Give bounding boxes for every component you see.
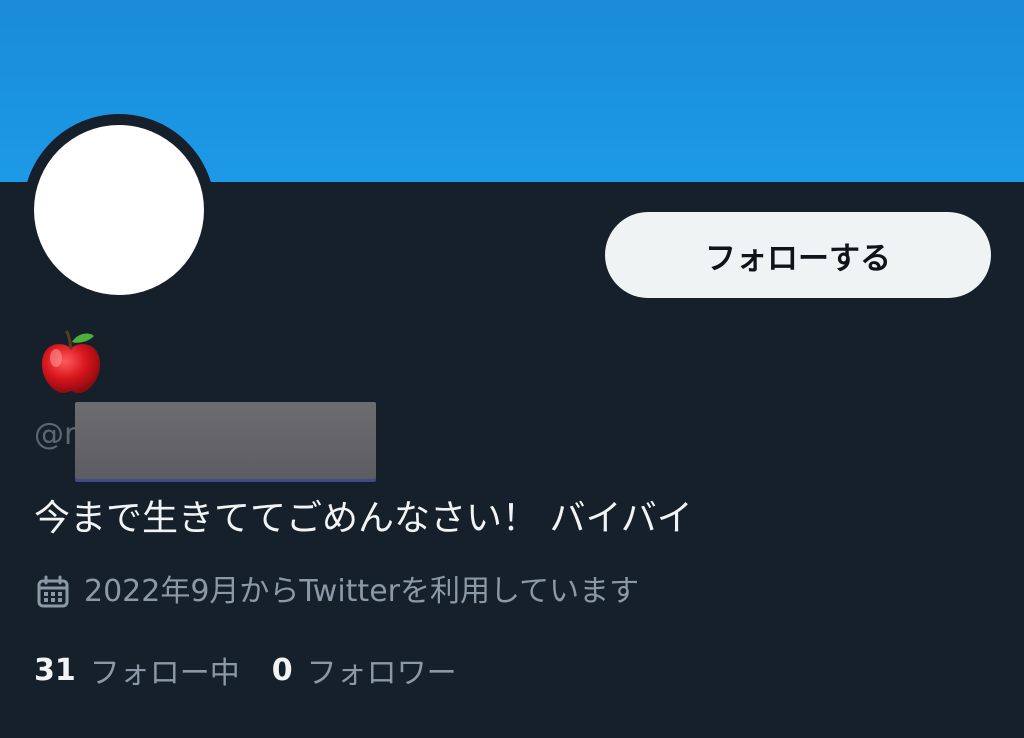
calendar-icon (37, 575, 69, 608)
stats-row: 31 フォロー中 0 フォロワー (34, 648, 489, 692)
handle: @r (34, 417, 77, 452)
following-label: フォロー中 (89, 656, 240, 691)
follow-button[interactable]: フォローする (605, 212, 991, 298)
handle-row: @r (34, 410, 76, 460)
joined-date: 2022年9月からTwitterを利用しています (84, 574, 640, 609)
avatar[interactable] (34, 125, 204, 295)
profile-page: フォローする @r 今まで生きててごめんなさい！ バイバイ 2022年9月からT… (0, 0, 1024, 738)
bio: 今まで生きててごめんなさい！ バイバイ (34, 498, 693, 539)
following-count: 31 (34, 652, 76, 688)
apple-emoji-icon (42, 330, 100, 394)
joined-date-row: 2022年9月からTwitterを利用しています (36, 570, 639, 614)
followers-label: フォロワー (306, 656, 457, 691)
handle-redaction (75, 402, 376, 479)
followers-count: 0 (271, 652, 293, 688)
display-name (36, 330, 106, 396)
following-stat[interactable]: 31 フォロー中 (34, 648, 240, 692)
followers-stat[interactable]: 0 フォロワー (272, 648, 457, 692)
